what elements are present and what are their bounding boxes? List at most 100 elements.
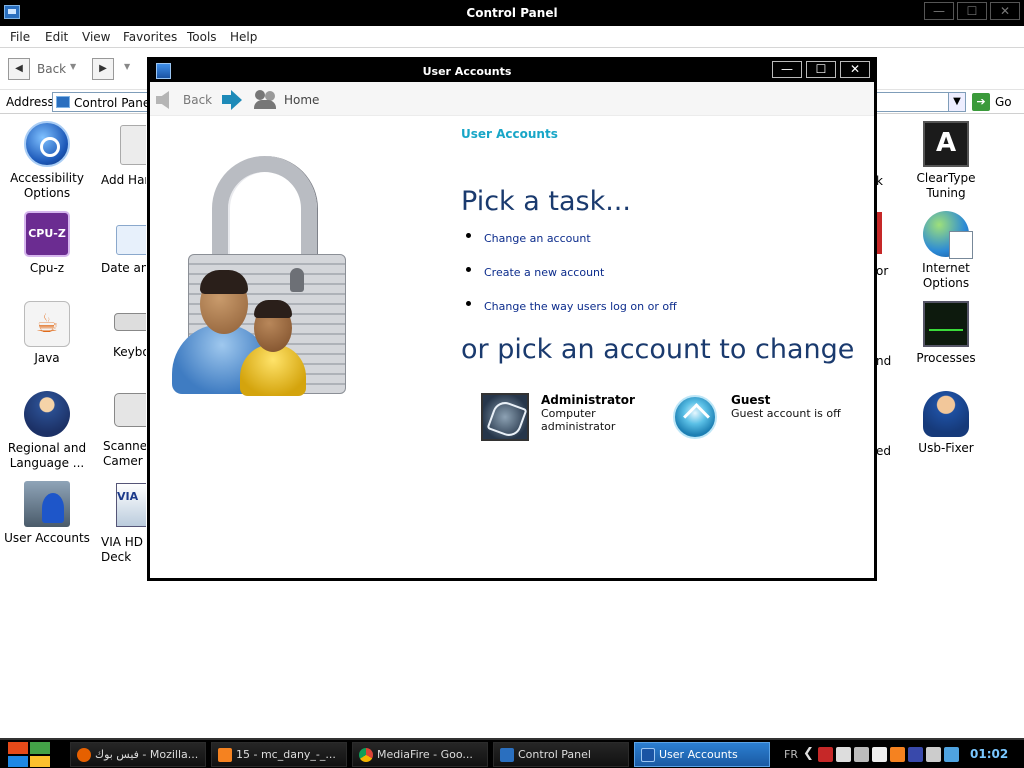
minimize-button[interactable]: — <box>924 2 954 20</box>
cp-item-cleartype-tuning[interactable]: A ClearType Tuning <box>901 121 991 201</box>
user-accounts-titlebar[interactable]: User Accounts — ☐ ✕ <box>150 60 874 82</box>
guest-avatar[interactable] <box>673 395 717 439</box>
cleartype-icon: A <box>923 121 969 167</box>
scanner-camera-icon <box>114 393 146 427</box>
taskbar-button-label: 15 - mc_dany_-_... <box>236 748 336 761</box>
antivirus-icon[interactable] <box>818 747 833 762</box>
task-create-account[interactable]: Create a new account <box>466 264 604 298</box>
cp-item-label: Internet Options <box>922 261 970 290</box>
network-icon[interactable] <box>836 747 851 762</box>
cp-item-java[interactable]: ☕ Java <box>2 301 92 366</box>
address-label: Address <box>6 95 54 109</box>
taskbar-button-firefox[interactable]: فيس بوك - Mozilla... <box>70 742 206 767</box>
menu-view[interactable]: View <box>82 30 110 44</box>
taskbar-button-user-accounts[interactable]: User Accounts <box>634 742 770 767</box>
task-change-account[interactable]: Change an account <box>466 230 591 264</box>
taskbar-button-vlc[interactable]: 15 - mc_dany_-_... <box>211 742 347 767</box>
forward-arrow-icon[interactable] <box>222 90 242 110</box>
back-history-caret[interactable]: ▼ <box>70 62 76 71</box>
device-icon[interactable] <box>854 747 869 762</box>
breadcrumb: User Accounts <box>461 127 558 141</box>
hidden-item-label-fragment: ed <box>876 444 891 458</box>
volume-icon[interactable] <box>926 747 941 762</box>
cp-item-label: Add Hard <box>101 173 146 187</box>
task-link[interactable]: Create a new account <box>484 266 604 279</box>
menu-tools[interactable]: Tools <box>187 30 217 44</box>
go-arrow-icon[interactable]: ➔ <box>972 93 990 111</box>
hidden-item-label-fragment: k <box>876 174 883 188</box>
cp-item-keyboard[interactable]: Keyboa <box>94 301 146 360</box>
dialog-nav-bar: Back Home <box>150 82 874 116</box>
back-arrow-icon[interactable]: ◀ <box>8 58 30 80</box>
cp-item-label: Processes <box>916 351 976 365</box>
administrator-avatar[interactable] <box>481 393 529 441</box>
dialog-maximize-button[interactable]: ☐ <box>806 61 836 78</box>
taskbar-button-label: User Accounts <box>659 748 738 761</box>
bullet-icon <box>466 233 471 238</box>
dialog-minimize-button[interactable]: — <box>772 61 802 78</box>
menu-file[interactable]: File <box>10 30 30 44</box>
account-guest[interactable]: Guest Guest account is off <box>671 393 861 443</box>
wifi-icon[interactable] <box>944 747 959 762</box>
bullet-icon <box>466 267 471 272</box>
back-button-label[interactable]: Back <box>37 62 66 76</box>
person-hair <box>254 300 292 318</box>
cp-item-via-hd-audio[interactable]: VIA VIA HD A Deck <box>94 481 146 565</box>
cp-item-accessibility-options[interactable]: Accessibility Options <box>2 121 92 201</box>
cp-item-date-time[interactable]: Date and <box>94 211 146 276</box>
home-users-icon[interactable] <box>254 90 278 110</box>
user-accounts-icon <box>24 481 70 527</box>
cp-item-add-hardware[interactable]: Add Hard <box>94 121 146 188</box>
menu-favorites[interactable]: Favorites <box>123 30 177 44</box>
nav-home-button[interactable]: Home <box>284 93 319 107</box>
nav-back-button[interactable]: Back <box>183 93 212 107</box>
menu-edit[interactable]: Edit <box>45 30 68 44</box>
forward-arrow-icon[interactable]: ▶ <box>92 58 114 80</box>
cp-item-cpu-z[interactable]: CPU-Z Cpu-z <box>2 211 92 276</box>
start-logo-icon <box>8 755 28 767</box>
cp-item-label: Scanners Camer <box>103 439 146 468</box>
back-arrow-icon[interactable] <box>156 91 169 109</box>
cp-item-scanners-cameras[interactable]: Scanners Camer <box>94 391 146 469</box>
clock[interactable]: 01:02 <box>970 747 1008 761</box>
bullet-icon <box>466 301 471 306</box>
messenger-icon[interactable] <box>908 747 923 762</box>
safely-remove-icon[interactable] <box>872 747 887 762</box>
go-button-label[interactable]: Go <box>995 95 1012 109</box>
account-name: Guest <box>731 393 771 407</box>
account-description: Guest account is off <box>731 407 841 420</box>
person-hair <box>200 270 248 294</box>
cp-item-usb-fixer[interactable]: Usb-Fixer <box>901 391 991 456</box>
start-logo-icon <box>30 742 50 754</box>
pick-task-heading: Pick a task... <box>461 186 631 217</box>
firefox-icon <box>77 748 91 762</box>
vlc-tray-icon[interactable] <box>890 747 905 762</box>
cp-item-processes[interactable]: Processes <box>901 301 991 366</box>
control-panel-titlebar[interactable]: Control Panel — ☐ ✕ <box>0 0 1024 26</box>
tray-expand-icon[interactable]: ❮ <box>803 746 814 761</box>
taskbar-button-control-panel[interactable]: Control Panel <box>493 742 629 767</box>
task-link[interactable]: Change an account <box>484 232 591 245</box>
dialog-close-button[interactable]: ✕ <box>840 61 870 78</box>
maximize-button[interactable]: ☐ <box>957 2 987 20</box>
task-link[interactable]: Change the way users log on or off <box>484 300 677 313</box>
system-tray <box>818 744 960 766</box>
taskbar-button-chrome[interactable]: MediaFire - Goo... <box>352 742 488 767</box>
account-description: Computer administrator <box>541 407 616 433</box>
hidden-item-label-fragment: nd <box>876 354 892 368</box>
cp-item-user-accounts[interactable]: User Accounts <box>2 481 92 546</box>
start-button[interactable] <box>8 742 50 767</box>
language-indicator[interactable]: FR <box>784 748 798 761</box>
close-button[interactable]: ✕ <box>990 2 1020 20</box>
cp-item-label: Keyboa <box>113 345 146 359</box>
cp-item-internet-options[interactable]: Internet Options <box>901 211 991 291</box>
window-title: Control Panel <box>466 6 558 20</box>
account-administrator[interactable]: Administrator Computer administrator <box>481 393 661 443</box>
forward-history-caret[interactable]: ▼ <box>124 62 130 71</box>
regional-language-icon <box>24 391 70 437</box>
cp-item-regional-language[interactable]: Regional and Language ... <box>2 391 92 471</box>
menu-help[interactable]: Help <box>230 30 257 44</box>
date-time-icon <box>116 225 146 255</box>
task-change-logon[interactable]: Change the way users log on or off <box>466 298 677 332</box>
address-dropdown-button[interactable]: ▼ <box>948 92 966 112</box>
